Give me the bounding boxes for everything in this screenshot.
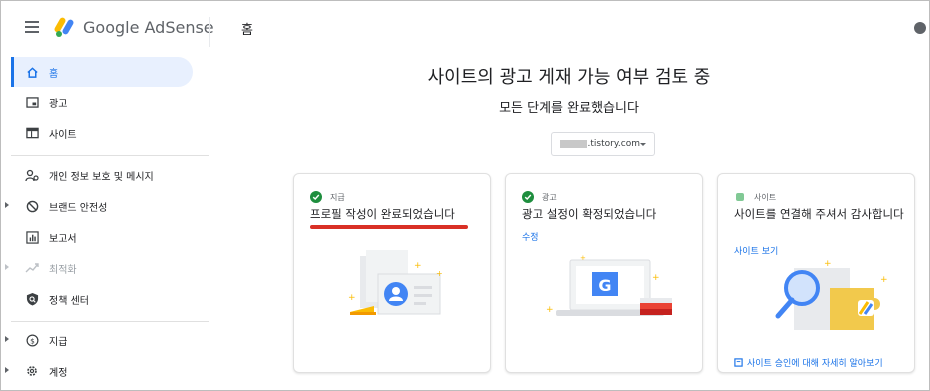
svg-text:+: + xyxy=(580,254,586,262)
policy-icon xyxy=(25,292,39,306)
sidebar-item-label: 보고서 xyxy=(49,233,77,245)
edit-link[interactable]: 수정 xyxy=(522,230,539,243)
card-step-label: 지급 xyxy=(310,191,345,203)
steps-complete-subhead: 모든 단계를 완료했습니다 xyxy=(499,101,639,116)
sidebar-item-policy-center[interactable]: 정책 센터 xyxy=(11,284,193,314)
magnifier-puzzle-illustration: + + xyxy=(775,259,888,330)
sidebar-item-label: 홈 xyxy=(49,68,59,80)
sidebar-item-label: 최적화 xyxy=(49,264,77,276)
sidebar-item-brand-safety[interactable]: 브랜드 안전성 xyxy=(5,191,193,221)
learn-more-label: 사이트 승인에 대해 자세히 알아보기 xyxy=(747,359,883,369)
menu-icon[interactable] xyxy=(25,21,41,35)
svg-text:+: + xyxy=(880,275,888,285)
sidebar-item-label: 사이트 xyxy=(49,129,77,141)
card-step-label: 광고 xyxy=(522,191,557,203)
laptop-illustration: G + + + xyxy=(546,254,672,316)
sidebar-item-ads[interactable]: 광고 xyxy=(11,87,193,117)
sidebar-item-account[interactable]: 계정 xyxy=(5,356,193,386)
adsense-logo-icon[interactable] xyxy=(53,15,77,39)
ads-icon xyxy=(25,95,39,109)
sidebar-item-privacy[interactable]: 개인 정보 보호 및 메시지 xyxy=(11,160,193,190)
card-step-text: 지급 xyxy=(330,192,345,202)
red-highlight-underline xyxy=(310,225,468,229)
top-bar: Google AdSense 홈 xyxy=(1,1,929,55)
sidebar-divider xyxy=(11,321,209,322)
profile-illustration: + + + xyxy=(348,250,443,315)
site-selector[interactable]: .tistory.com xyxy=(551,132,655,156)
site-step-card: 사이트 사이트를 연결해 주셔서 감사합니다 사이트 보기 + + 사이트 승인… xyxy=(717,173,915,373)
svg-text:+: + xyxy=(652,273,660,283)
sidebar-item-reports[interactable]: 보고서 xyxy=(11,222,193,252)
pending-square-icon xyxy=(734,191,746,203)
page-title: 홈 xyxy=(241,23,253,38)
card-title: 프로필 작성이 완료되었습니다 xyxy=(310,207,455,221)
dropdown-arrow-icon xyxy=(640,142,646,146)
profile-step-card: 지급 프로필 작성이 완료되었습니다 + + + xyxy=(293,173,491,373)
review-headline: 사이트의 광고 게재 가능 여부 검토 중 xyxy=(427,67,711,88)
svg-text:+: + xyxy=(436,269,443,278)
svg-text:$: $ xyxy=(30,336,35,345)
learn-more-link[interactable]: 사이트 승인에 대해 자세히 알아보기 xyxy=(734,356,883,369)
svg-text:+: + xyxy=(546,305,554,315)
redacted-site-prefix xyxy=(560,140,587,148)
sidebar-item-optimization: 최적화 xyxy=(5,253,193,283)
payments-icon: $ xyxy=(25,333,39,347)
sidebar-item-label: 지급 xyxy=(49,336,68,348)
sidebar-item-label: 브랜드 안전성 xyxy=(49,202,108,214)
block-icon xyxy=(25,199,39,213)
svg-text:+: + xyxy=(414,261,422,271)
card-title: 광고 설정이 확정되었습니다 xyxy=(522,207,657,221)
top-divider xyxy=(209,17,210,47)
home-icon xyxy=(25,65,39,79)
check-circle-icon xyxy=(522,191,534,203)
expand-caret-icon[interactable] xyxy=(5,367,9,373)
main-content: 사이트의 광고 게재 가능 여부 검토 중 모든 단계를 완료했습니다 .tis… xyxy=(209,55,929,390)
site-selector-value: .tistory.com xyxy=(587,139,640,149)
sidebar-divider xyxy=(11,155,209,156)
account-avatar[interactable] xyxy=(914,22,926,34)
sidebar-item-label: 개인 정보 보호 및 메시지 xyxy=(49,171,154,183)
check-circle-icon xyxy=(310,191,322,203)
card-step-text: 사이트 xyxy=(754,192,777,202)
card-step-text: 광고 xyxy=(542,192,557,202)
reports-icon xyxy=(25,230,39,244)
svg-text:+: + xyxy=(824,259,832,269)
sidebar-item-label: 광고 xyxy=(49,98,68,110)
card-title: 사이트를 연결해 주셔서 감사합니다 xyxy=(734,207,904,221)
sidebar-item-label: 계정 xyxy=(49,367,68,379)
expand-caret-icon[interactable] xyxy=(5,202,9,208)
open-book-icon xyxy=(734,358,743,367)
sites-icon xyxy=(25,126,39,140)
svg-text:+: + xyxy=(348,293,356,303)
expand-caret-icon xyxy=(5,264,9,270)
sidebar-item-sites[interactable]: 사이트 xyxy=(11,118,193,148)
optimization-icon xyxy=(25,261,39,275)
privacy-icon xyxy=(25,168,39,182)
sidebar-item-home[interactable]: 홈 xyxy=(11,57,193,87)
expand-caret-icon[interactable] xyxy=(5,336,9,342)
account-gear-icon xyxy=(25,364,39,378)
ads-step-card: 광고 광고 설정이 확정되었습니다 수정 G + + + xyxy=(505,173,703,373)
view-site-link[interactable]: 사이트 보기 xyxy=(734,244,778,257)
sidebar-item-label: 정책 센터 xyxy=(49,295,89,307)
sidebar: 홈 광고 사이트 개인 정보 보호 및 메시지 브랜드 안전성 보고서 최적화 … xyxy=(1,55,209,390)
sidebar-item-payments[interactable]: $ 지급 xyxy=(5,325,193,355)
svg-text:G: G xyxy=(598,276,611,295)
card-step-label: 사이트 xyxy=(734,191,776,203)
brand-name[interactable]: Google AdSense xyxy=(83,18,214,37)
